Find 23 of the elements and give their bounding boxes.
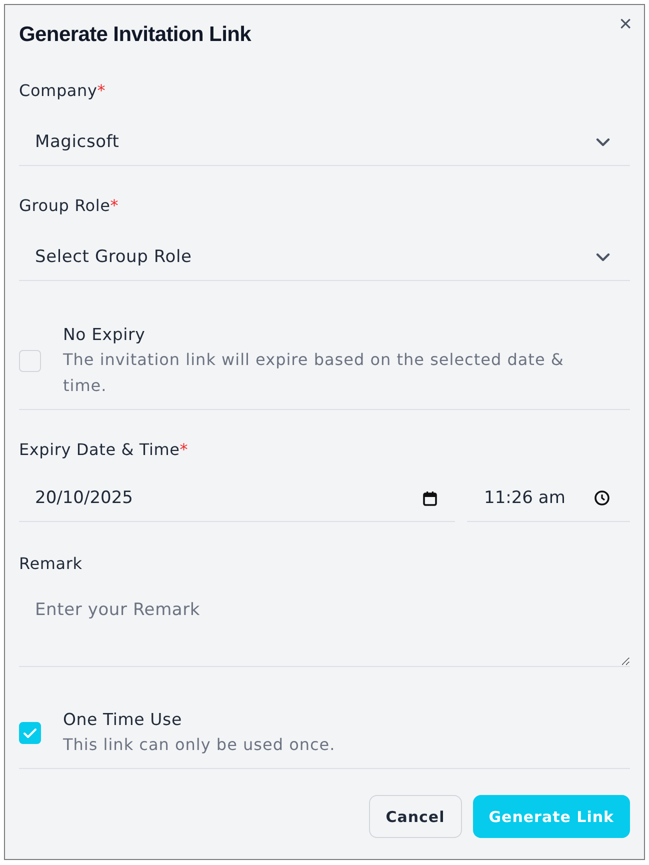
checkbox-label: No Expiry	[63, 324, 146, 346]
calendar-icon	[423, 490, 437, 506]
checkbox[interactable]	[19, 722, 41, 744]
chevron-down-icon	[596, 138, 610, 146]
cancel-button[interactable]: Cancel	[368, 795, 462, 838]
checkbox-description: This link can only be used once.	[63, 734, 336, 756]
field-label: Company*	[19, 81, 107, 101]
field-label: Expiry Date & Time*	[19, 440, 190, 460]
dialog-title: Generate Invitation Link	[19, 23, 252, 47]
field-label: Remark	[19, 554, 84, 574]
checkbox[interactable]	[19, 350, 41, 372]
checkbox-description: The invitation link will expire based on the selected date & time.	[63, 349, 565, 397]
time-field[interactable]: 11:26 am	[467, 475, 630, 522]
select-field[interactable]: Select Group Role	[19, 234, 630, 280]
remark-field[interactable]: Enter your Remark	[19, 586, 630, 666]
chevron-down-icon	[596, 252, 610, 262]
checkbox-label: One Time Use	[63, 709, 183, 731]
field-label: Group Role*	[19, 196, 120, 216]
select-field[interactable]: Magicsoft	[19, 119, 630, 165]
date-field[interactable]: 20/10/2025	[19, 475, 455, 522]
close-button[interactable]: ×	[619, 13, 632, 35]
checkmark-icon	[23, 728, 37, 738]
clock-icon	[594, 490, 610, 506]
